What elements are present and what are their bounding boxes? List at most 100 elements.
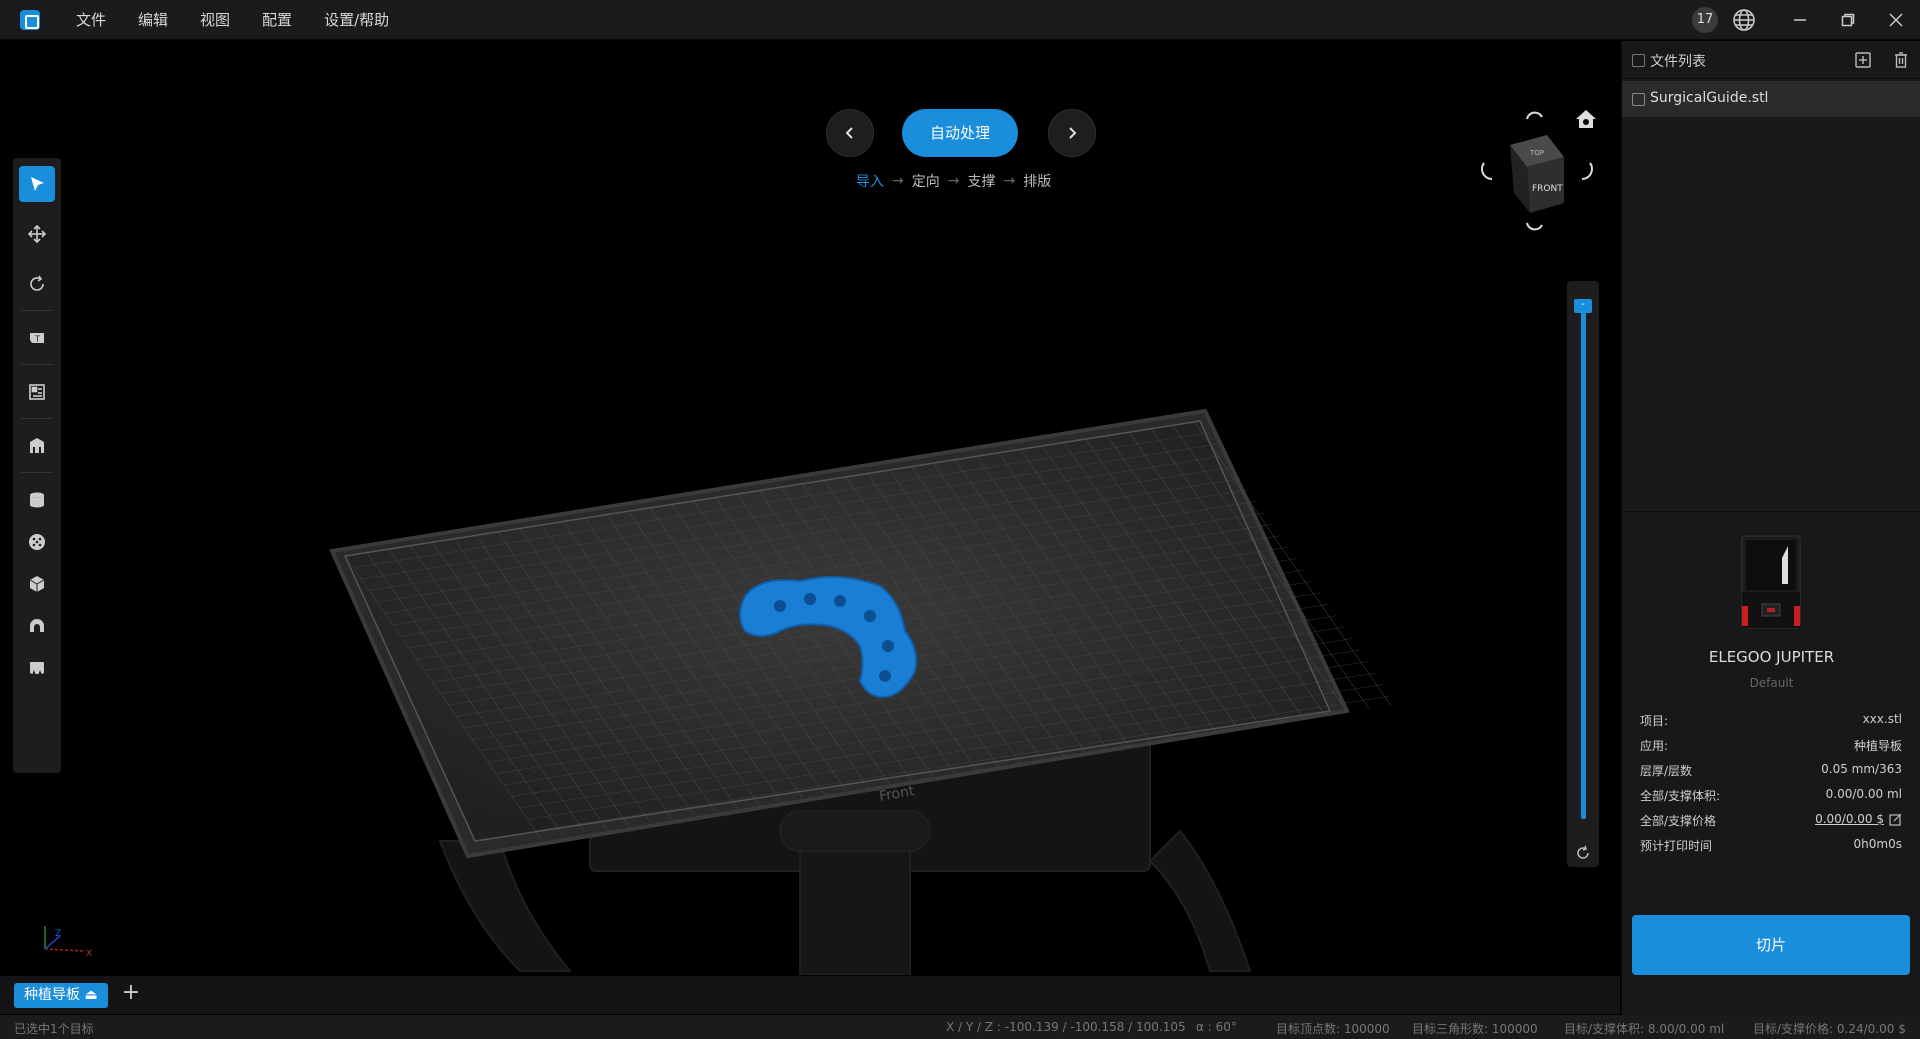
scene-render: Front Z X [44, 408, 1398, 975]
hollow-tool[interactable] [19, 482, 55, 518]
info-value: xxx.stl [1862, 712, 1902, 726]
workflow-steps: 导入 → 定向 → 支撑 → 排版 [856, 171, 1051, 191]
status-triangles: 目标三角形数: 100000 [1412, 1022, 1538, 1036]
info-label: 预计打印时间 [1640, 839, 1713, 853]
teeth-tool[interactable] [19, 650, 55, 686]
menu-file[interactable]: 文件 [76, 0, 106, 40]
rotate-down-icon[interactable] [1526, 222, 1543, 231]
support-icon [30, 438, 44, 453]
file-list-title: 文件列表 [1650, 54, 1706, 70]
view-home-icon[interactable] [1576, 110, 1596, 128]
add-file-icon[interactable] [1854, 51, 1872, 69]
status-volume: 目标/支撑体积: 8.00/0.00 ml [1564, 1022, 1725, 1036]
info-label: 项目: [1640, 714, 1669, 728]
step-support[interactable]: 支撑 [967, 171, 995, 191]
info-row-price: 全部/支撑价格 0.00/0.00 $ [1640, 810, 1902, 830]
text-tag-icon: T [30, 333, 44, 344]
info-label: 全部/支撑体积: [1640, 789, 1721, 803]
info-label: 应用: [1640, 739, 1669, 753]
layer-slider-handle[interactable]: - [1574, 299, 1592, 313]
close-icon [1889, 13, 1903, 27]
file-row[interactable]: SurgicalGuide.stl [1622, 81, 1920, 117]
reset-icon[interactable] [1574, 844, 1592, 862]
select-all-checkbox[interactable] [1632, 54, 1645, 67]
printer-profile[interactable]: Default [1622, 676, 1920, 690]
denture-tool[interactable] [19, 608, 55, 644]
file-list-header: 文件列表 [1622, 41, 1920, 79]
file-checkbox[interactable] [1632, 93, 1645, 106]
label-tool[interactable]: T [19, 320, 55, 356]
toolbar-divider [21, 310, 53, 311]
step-orient[interactable]: 定向 [912, 171, 940, 191]
info-value: 0.00/0.00 ml [1825, 787, 1902, 801]
trash-icon[interactable] [1892, 51, 1910, 69]
printer-name[interactable]: ELEGOO JUPITER [1622, 648, 1920, 666]
scene-tab-bar [0, 976, 1620, 1014]
next-step-button[interactable] [1048, 109, 1096, 157]
menu-view[interactable]: 视图 [200, 0, 230, 40]
teeth-icon [30, 662, 44, 674]
previous-step-button[interactable] [826, 109, 874, 157]
info-row-application: 应用: 种植导板 [1640, 735, 1902, 755]
auto-process-button[interactable]: 自动处理 [902, 109, 1018, 157]
minimize-button[interactable] [1776, 0, 1824, 40]
edit-icon[interactable] [1889, 813, 1902, 826]
move-tool[interactable] [19, 216, 55, 252]
scene-tab-implant-guide[interactable]: 种植导板 ⏏ [14, 983, 108, 1008]
rotate-left-icon[interactable] [1481, 162, 1493, 180]
minimize-icon [1794, 19, 1806, 21]
right-panel: 文件列表 SurgicalGuide.stl ELEGOO JUPITER De… [1621, 41, 1920, 1015]
layout-icon [29, 384, 45, 400]
select-tool[interactable] [19, 166, 55, 202]
notification-badge[interactable]: 17 [1692, 7, 1718, 33]
info-row-layer: 层厚/层数 0.05 mm/363 [1640, 760, 1902, 780]
cube-front-label: FRONT [1532, 184, 1563, 194]
rotate-tool[interactable] [19, 266, 55, 302]
info-value[interactable]: 0.00/0.00 $ [1815, 812, 1884, 826]
svg-text:X: X [86, 949, 92, 959]
file-name: SurgicalGuide.stl [1650, 90, 1769, 106]
close-button[interactable] [1872, 0, 1920, 40]
info-row-print-time: 预计打印时间 0h0m0s [1640, 835, 1902, 855]
info-label: 全部/支撑价格 [1640, 814, 1717, 828]
chevron-left-icon [845, 127, 853, 139]
layer-slider-fill [1581, 305, 1586, 819]
globe-icon[interactable] [1732, 8, 1756, 32]
menu-settings-help[interactable]: 设置/帮助 [324, 0, 389, 40]
arrow-icon: → [892, 173, 904, 189]
info-label: 层厚/层数 [1640, 764, 1693, 778]
step-import[interactable]: 导入 [856, 171, 884, 191]
arch-icon [30, 619, 44, 632]
cursor-icon [31, 177, 44, 191]
menu-edit[interactable]: 编辑 [138, 0, 168, 40]
menu-config[interactable]: 配置 [262, 0, 292, 40]
3d-viewport[interactable]: Front Z X T 自动处理 导入 → 定向 → 支撑 → 排版 TOP F… [0, 41, 1620, 975]
info-value: 0h0m0s [1853, 837, 1902, 851]
status-xyz: X / Y / Z : -100.139 / -100.158 / 100.10… [946, 1020, 1186, 1034]
info-row-volume: 全部/支撑体积: 0.00/0.00 ml [1640, 785, 1902, 805]
restore-button[interactable] [1824, 0, 1872, 40]
lattice-icon [29, 534, 45, 550]
printer-image [1741, 535, 1801, 629]
layout-tool[interactable] [19, 374, 55, 410]
info-row-project: 项目: xxx.stl [1640, 710, 1902, 730]
cut-tool[interactable] [19, 566, 55, 602]
arrow-icon: → [947, 173, 960, 189]
status-alpha: α : 60° [1196, 1020, 1237, 1034]
view-cube[interactable]: TOP FRONT [1472, 101, 1602, 241]
move-icon [27, 224, 47, 244]
svg-text:Z: Z [55, 929, 61, 939]
info-value: 0.05 mm/363 [1821, 762, 1902, 776]
svg-text:T: T [34, 335, 40, 344]
window-controls: 17 [1692, 0, 1920, 40]
slice-button[interactable]: 切片 [1632, 915, 1910, 975]
rotate-up-icon[interactable] [1526, 111, 1543, 120]
toolbar-divider [21, 418, 53, 419]
add-tab-button[interactable]: + [120, 982, 142, 1004]
support-tool[interactable] [19, 428, 55, 464]
step-layout[interactable]: 排版 [1023, 171, 1051, 191]
punch-tool[interactable] [19, 524, 55, 560]
status-bar: 已选中1个目标 X / Y / Z : -100.139 / -100.158 … [0, 1015, 1920, 1039]
rotate-right-icon[interactable] [1581, 162, 1593, 180]
left-toolbar: T [13, 158, 61, 773]
